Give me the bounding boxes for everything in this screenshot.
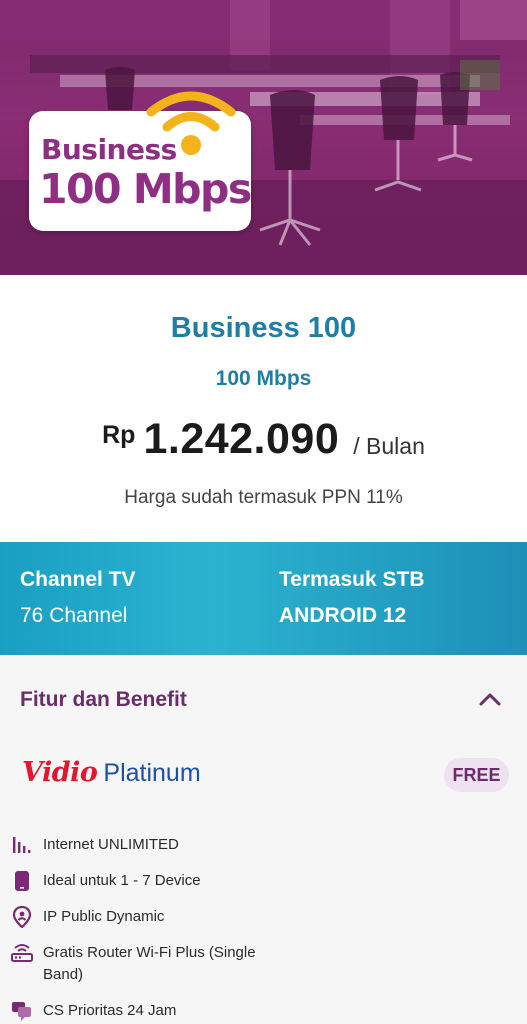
price-row: Rp 1.242.090 / Bulan	[0, 415, 527, 464]
benefit-item: Ideal untuk 1 - 7 Device	[11, 870, 293, 892]
benefit-item: Internet UNLIMITED	[11, 834, 293, 856]
vidio-tier: Platinum	[103, 759, 201, 787]
benefit-item: Gratis Router Wi-Fi Plus (Single Band)	[11, 942, 293, 986]
channel-tv-title: Channel TV	[20, 568, 136, 591]
benefit-item: CS Prioritas 24 Jam	[11, 1000, 293, 1022]
chat-icon	[12, 1002, 31, 1021]
plan-title: Business 100	[170, 312, 357, 344]
benefit-label: Internet UNLIMITED	[43, 836, 179, 853]
free-badge: FREE	[444, 758, 509, 792]
channel-tv-info: Channel TV 76 Channel	[20, 568, 136, 628]
price-tax-note: Harga sudah termasuk PPN 11%	[124, 487, 403, 508]
info-bar: Channel TV 76 Channel Termasuk STB ANDRO…	[0, 542, 527, 655]
vidio-brand: Vidio	[22, 757, 98, 788]
benefit-item: IP Public Dynamic	[11, 906, 293, 928]
features-heading[interactable]: Fitur dan Benefit	[20, 688, 187, 712]
benefit-label: IP Public Dynamic	[43, 908, 165, 925]
price-amount: 1.242.090	[143, 415, 340, 463]
features-section: Fitur dan Benefit Vidio Platinum FREE In…	[0, 655, 527, 1024]
price-section: Business 100 100 Mbps Rp 1.242.090 / Bul…	[0, 275, 527, 542]
hero-banner: Business 100 Mbps	[0, 0, 527, 275]
stb-title: Termasuk STB	[279, 568, 425, 591]
benefit-label: Ideal untuk 1 - 7 Device	[43, 872, 201, 889]
location-pin-icon	[12, 906, 32, 928]
phone-icon	[15, 871, 29, 891]
router-icon	[11, 944, 33, 962]
benefit-label: Gratis Router Wi-Fi Plus (Single Band)	[43, 944, 256, 983]
price-period: / Bulan	[353, 433, 425, 459]
chevron-up-icon[interactable]	[478, 691, 502, 707]
badge-speed-text: 100 Mbps	[39, 165, 252, 213]
wifi-icon	[146, 91, 236, 155]
stb-os: ANDROID 12	[279, 604, 407, 627]
price-currency: Rp	[102, 421, 136, 449]
channel-tv-count: 76 Channel	[20, 604, 128, 627]
stb-info: Termasuk STB ANDROID 12	[279, 568, 425, 628]
vidio-platinum-logo: Vidio Platinum	[22, 757, 201, 788]
plan-speed: 100 Mbps	[215, 367, 312, 390]
benefit-label: CS Prioritas 24 Jam	[43, 1002, 177, 1019]
signal-bars-icon	[13, 837, 31, 853]
